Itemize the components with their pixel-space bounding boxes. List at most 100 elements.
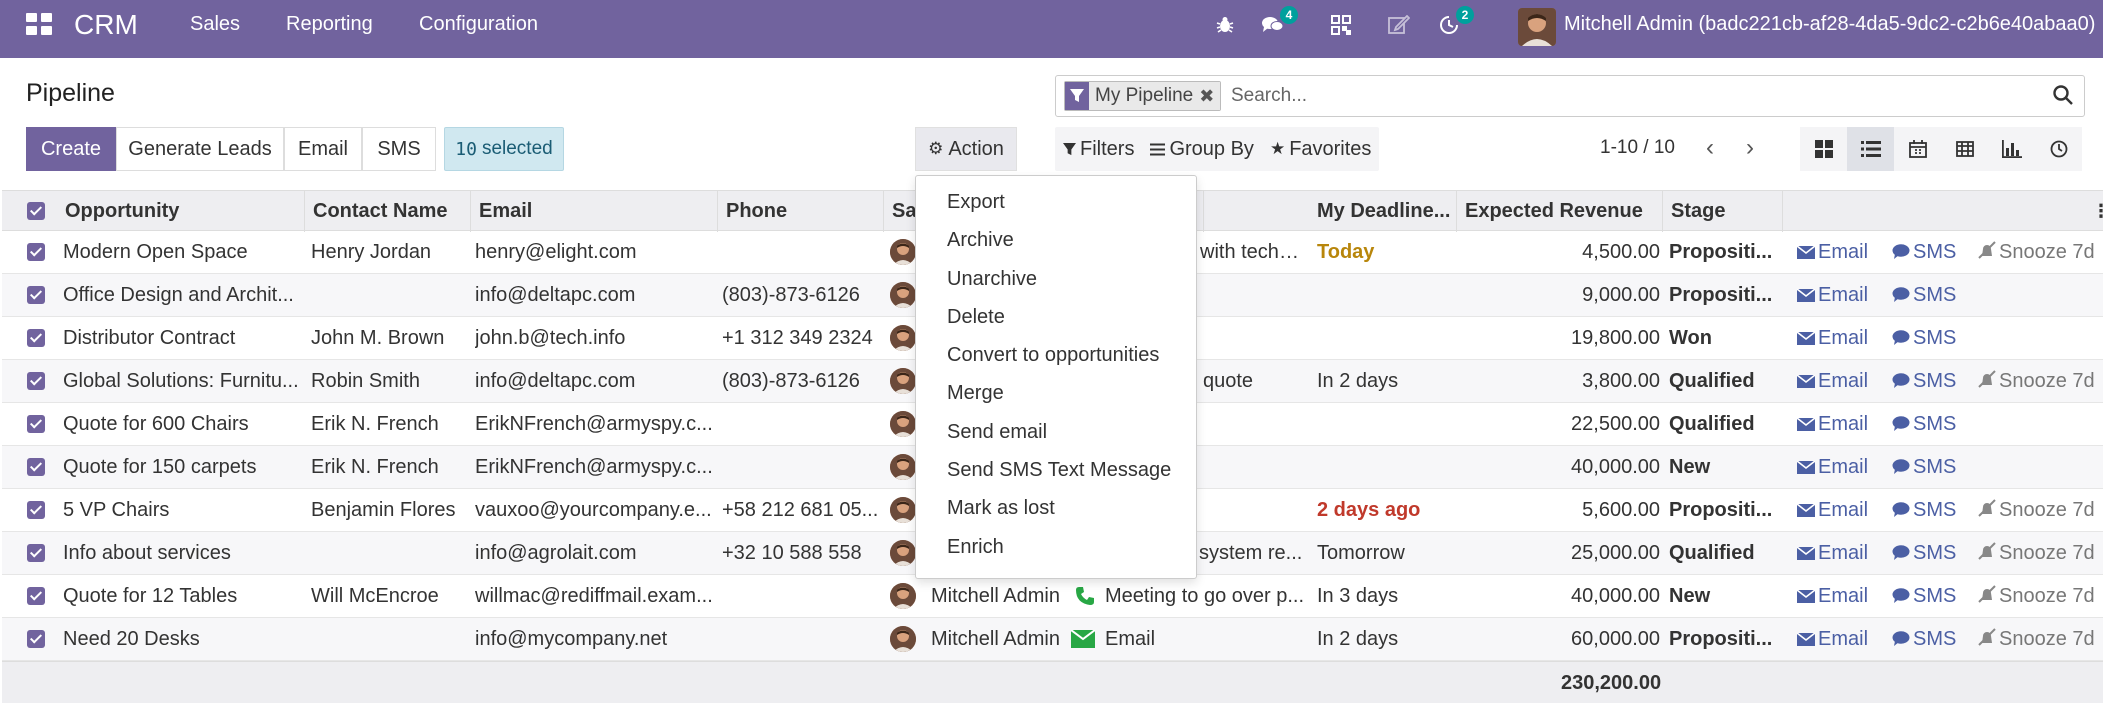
cell-email[interactable]: john.b@tech.info <box>475 317 715 359</box>
cell-activity[interactable]: with techni... <box>1200 231 1305 273</box>
cell-stage[interactable]: New <box>1669 446 1779 488</box>
edit-note-icon[interactable] <box>1386 12 1412 38</box>
cell-deadline[interactable] <box>1317 403 1457 445</box>
action-menu-item[interactable]: Merge <box>916 374 1196 412</box>
row-email-link[interactable]: Email <box>1797 231 1877 273</box>
messages-icon[interactable]: 4 <box>1260 6 1298 38</box>
cell-stage[interactable]: Propositi... <box>1669 489 1779 531</box>
cell-stage[interactable]: New <box>1669 575 1779 617</box>
row-snooze-link[interactable]: Snooze 7d <box>1978 360 2103 402</box>
group-by-toggle[interactable]: Group By <box>1142 127 1261 171</box>
row-snooze-link[interactable]: Snooze 7d <box>1978 575 2103 617</box>
cell-activity[interactable]: Meeting to go over p... <box>1105 575 1305 617</box>
cell-phone[interactable] <box>722 446 884 488</box>
pager-value[interactable]: 1-10 / 10 <box>1600 137 1675 159</box>
cell-deadline[interactable]: Tomorrow <box>1317 532 1457 574</box>
cell-stage[interactable]: Propositi... <box>1669 618 1779 660</box>
apps-menu-icon[interactable] <box>26 13 52 35</box>
list-view-icon[interactable] <box>1847 127 1894 171</box>
cell-activity[interactable]: quote <box>1203 360 1305 402</box>
cell-expected-revenue[interactable]: 40,000.00 <box>1457 446 1660 488</box>
action-menu-item[interactable]: Send SMS Text Message <box>916 451 1196 489</box>
cell-stage[interactable]: Qualified <box>1669 360 1779 402</box>
row-sms-link[interactable]: SMS <box>1892 231 1962 273</box>
column-stage[interactable]: Stage <box>1663 191 1783 232</box>
row-email-link[interactable]: Email <box>1797 360 1877 402</box>
cell-opportunity[interactable]: Modern Open Space <box>63 231 299 273</box>
cell-email[interactable]: vauxoo@yourcompany.e... <box>475 489 715 531</box>
cell-contact-name[interactable]: Erik N. French <box>311 446 467 488</box>
table-row[interactable]: Need 20 Desks info@mycompany.net Mitchell … <box>2 618 2103 661</box>
cell-opportunity[interactable]: Quote for 150 carpets <box>63 446 299 488</box>
cell-contact-name[interactable]: Will McEncroe <box>311 575 467 617</box>
select-all-checkbox[interactable] <box>27 202 45 220</box>
cell-stage[interactable]: Propositi... <box>1669 231 1779 273</box>
cell-expected-revenue[interactable]: 3,800.00 <box>1457 360 1660 402</box>
user-name[interactable]: Mitchell Admin (badc221cb-af28-4da5-9dc2… <box>1564 13 2095 36</box>
row-checkbox[interactable] <box>27 372 45 390</box>
cell-activity[interactable]: Email <box>1105 618 1305 660</box>
cell-opportunity[interactable]: Info about services <box>63 532 299 574</box>
row-sms-link[interactable]: SMS <box>1892 403 1962 445</box>
row-checkbox[interactable] <box>27 415 45 433</box>
action-menu-item[interactable]: Send email <box>916 413 1196 451</box>
action-menu-item[interactable]: Enrich <box>916 528 1196 566</box>
cell-expected-revenue[interactable]: 19,800.00 <box>1457 317 1660 359</box>
row-sms-link[interactable]: SMS <box>1892 360 1962 402</box>
cell-stage[interactable]: Propositi... <box>1669 274 1779 316</box>
row-checkbox[interactable] <box>27 587 45 605</box>
cell-salesperson[interactable]: Mitchell Admin <box>931 575 1061 617</box>
cell-stage[interactable]: Qualified <box>1669 532 1779 574</box>
cell-activity[interactable]: system re... <box>1199 532 1305 574</box>
pager-previous-icon[interactable]: ‹ <box>1698 133 1722 163</box>
cell-expected-revenue[interactable]: 22,500.00 <box>1457 403 1660 445</box>
cell-opportunity[interactable]: 5 VP Chairs <box>63 489 299 531</box>
cell-phone[interactable] <box>722 231 884 273</box>
row-checkbox[interactable] <box>27 501 45 519</box>
remove-facet-icon[interactable]: ✖ <box>1199 82 1214 110</box>
cell-email[interactable]: willmac@rediffmail.exam... <box>475 575 715 617</box>
column-opportunity[interactable]: Opportunity <box>57 191 305 232</box>
cell-expected-revenue[interactable]: 9,000.00 <box>1457 274 1660 316</box>
cell-expected-revenue[interactable]: 5,600.00 <box>1457 489 1660 531</box>
cell-activity[interactable] <box>1203 274 1305 316</box>
search-icon[interactable] <box>2052 84 2076 108</box>
row-email-link[interactable]: Email <box>1797 446 1877 488</box>
row-checkbox[interactable] <box>27 630 45 648</box>
cell-opportunity[interactable]: Need 20 Desks <box>63 618 299 660</box>
column-deadline[interactable]: My Deadline... <box>1309 191 1457 232</box>
row-email-link[interactable]: Email <box>1797 489 1877 531</box>
cell-deadline[interactable]: In 2 days <box>1317 360 1457 402</box>
cell-deadline[interactable] <box>1317 317 1457 359</box>
cell-contact-name[interactable]: Erik N. French <box>311 403 467 445</box>
cell-phone[interactable]: +1 312 349 2324 <box>722 317 884 359</box>
row-snooze-link[interactable]: Snooze 7d <box>1978 532 2103 574</box>
row-checkbox[interactable] <box>27 286 45 304</box>
cell-phone[interactable] <box>722 618 884 660</box>
phone-icon[interactable] <box>1075 586 1095 611</box>
favorites-toggle[interactable]: ★ Favorites <box>1262 127 1380 171</box>
kanban-view-icon[interactable] <box>1800 127 1847 171</box>
column-expected-revenue[interactable]: Expected Revenue <box>1457 191 1663 232</box>
activity-clock-icon[interactable]: 2 <box>1436 6 1474 38</box>
selected-count-badge[interactable]: 10 selected <box>444 127 564 171</box>
cell-contact-name[interactable]: Benjamin Flores <box>311 489 467 531</box>
cell-stage[interactable]: Won <box>1669 317 1779 359</box>
cell-opportunity[interactable]: Quote for 12 Tables <box>63 575 299 617</box>
action-menu-item[interactable]: Delete <box>916 298 1196 336</box>
app-name[interactable]: CRM <box>74 9 138 41</box>
cell-expected-revenue[interactable]: 4,500.00 <box>1457 231 1660 273</box>
sms-button[interactable]: SMS <box>362 127 436 171</box>
column-phone[interactable]: Phone <box>718 191 884 232</box>
row-email-link[interactable]: Email <box>1797 618 1877 660</box>
cell-activity[interactable] <box>1203 403 1305 445</box>
cell-deadline[interactable] <box>1317 274 1457 316</box>
envelope-icon[interactable] <box>1070 629 1096 653</box>
row-email-link[interactable]: Email <box>1797 532 1877 574</box>
calendar-view-icon[interactable] <box>1894 127 1941 171</box>
action-menu-item[interactable]: Convert to opportunities <box>916 336 1196 374</box>
cell-contact-name[interactable] <box>311 274 467 316</box>
row-checkbox[interactable] <box>27 458 45 476</box>
cell-contact-name[interactable]: Henry Jordan <box>311 231 467 273</box>
cell-email[interactable]: info@deltapc.com <box>475 360 715 402</box>
